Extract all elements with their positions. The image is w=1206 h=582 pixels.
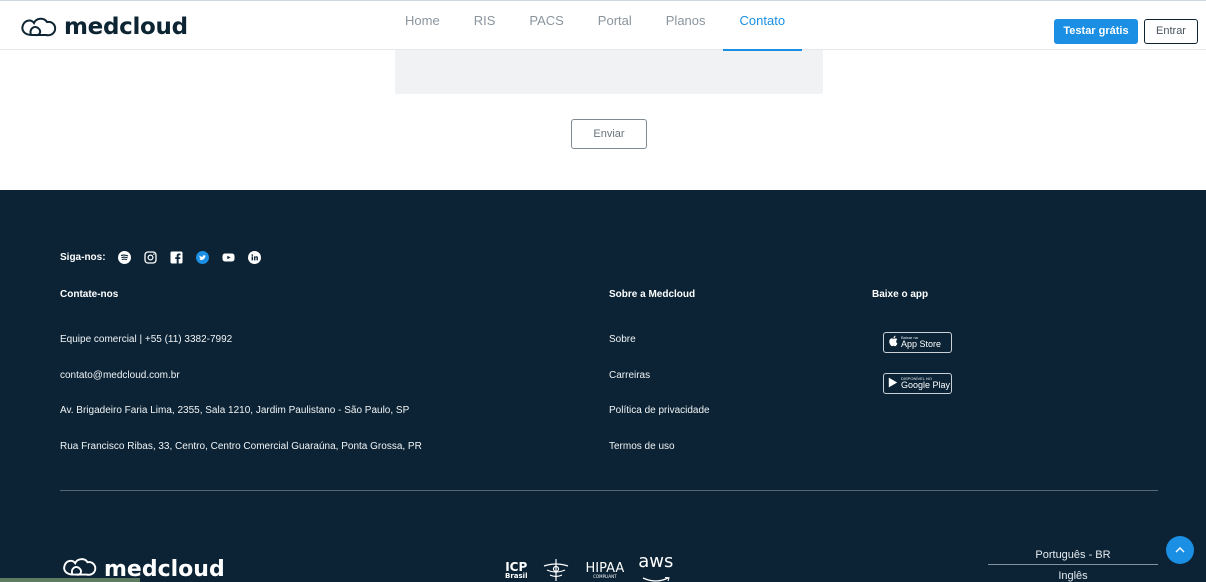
hipaa-logo: HIPAA COMPLIANT [585, 562, 624, 579]
contact-email[interactable]: contato@medcloud.com.br [60, 370, 180, 381]
nav-home[interactable]: Home [388, 11, 457, 51]
hipaa-compliant-text: COMPLIANT [593, 573, 617, 579]
icp-brasil-logo: ICP Brasil [505, 561, 527, 580]
aws-logo: aws [638, 553, 673, 582]
link-carreiras[interactable]: Carreiras [609, 370, 650, 381]
certifications: ICP Brasil HIPAA COMPLIANT aws [505, 553, 687, 582]
app-store-badge[interactable]: Baixar na App Store [883, 332, 952, 353]
send-button[interactable]: Enviar [571, 119, 647, 149]
nav-contato[interactable]: Contato [722, 11, 803, 51]
apple-icon [888, 334, 898, 352]
aws-text: aws [638, 551, 674, 572]
language-en[interactable]: Inglês [988, 570, 1158, 582]
main-nav: Home RIS PACS Portal Planos Contato [388, 11, 802, 51]
scroll-to-top-button[interactable] [1166, 536, 1194, 564]
follow-label: Siga-nos: [60, 251, 106, 263]
language-divider [988, 564, 1158, 565]
app-store-big: App Store [901, 339, 942, 349]
aws-smile-icon [641, 571, 671, 582]
link-sobre[interactable]: Sobre [609, 334, 636, 345]
footer: Siga-nos: Contate-nos Equipe comercial |… [0, 190, 1206, 582]
icp-text: ICP [505, 559, 528, 574]
youtube-icon[interactable] [222, 250, 236, 264]
app-store-text: Baixar na App Store [901, 336, 941, 349]
link-privacidade[interactable]: Política de privacidade [609, 405, 710, 416]
link-termos[interactable]: Termos de uso [609, 441, 675, 452]
spotify-icon[interactable] [118, 250, 132, 264]
google-play-badge[interactable]: DISPONÍVEL NO Google Play [883, 373, 952, 394]
nav-planos[interactable]: Planos [649, 11, 723, 51]
caduceus-logo-icon [541, 558, 571, 582]
message-textarea[interactable] [395, 50, 823, 94]
cloud-logo-icon [18, 15, 58, 39]
twitter-icon[interactable] [196, 250, 210, 264]
top-header: medcloud Home RIS PACS Portal Planos Con… [0, 0, 1206, 51]
status-bar-strip [0, 578, 140, 582]
footer-divider [60, 490, 1158, 491]
hipaa-text: HIPAA [585, 560, 625, 576]
language-pt-br[interactable]: Português - BR [988, 549, 1158, 561]
nav-pacs[interactable]: PACS [512, 11, 580, 51]
contact-address-sp[interactable]: Av. Brigadeiro Faria Lima, 2355, Sala 12… [60, 405, 409, 416]
facebook-icon[interactable] [170, 250, 184, 264]
google-play-big: Google Play [901, 380, 951, 390]
play-triangle-icon [888, 375, 898, 393]
instagram-icon[interactable] [144, 250, 158, 264]
nav-portal[interactable]: Portal [581, 11, 649, 51]
nav-ris[interactable]: RIS [457, 11, 513, 51]
about-heading: Sobre a Medcloud [609, 289, 696, 300]
icp-brasil-text: Brasil [505, 571, 528, 580]
google-play-text: DISPONÍVEL NO Google Play [901, 377, 950, 390]
brand-logo[interactable]: medcloud [18, 14, 188, 40]
contact-heading: Contate-nos [60, 289, 119, 300]
contact-address-pr[interactable]: Rua Francisco Ribas, 33, Centro, Centro … [60, 441, 422, 452]
app-heading: Baixe o app [872, 289, 929, 300]
page: medcloud Home RIS PACS Portal Planos Con… [0, 0, 1206, 582]
login-button[interactable]: Entrar [1144, 19, 1198, 44]
social-follow: Siga-nos: [60, 250, 274, 264]
free-trial-button[interactable]: Testar grátis [1054, 19, 1138, 44]
chevron-up-icon [1174, 541, 1186, 559]
contact-phone[interactable]: Equipe comercial | +55 (11) 3382-7992 [60, 334, 232, 345]
brand-name: medcloud [64, 14, 188, 40]
linkedin-icon[interactable] [248, 250, 262, 264]
